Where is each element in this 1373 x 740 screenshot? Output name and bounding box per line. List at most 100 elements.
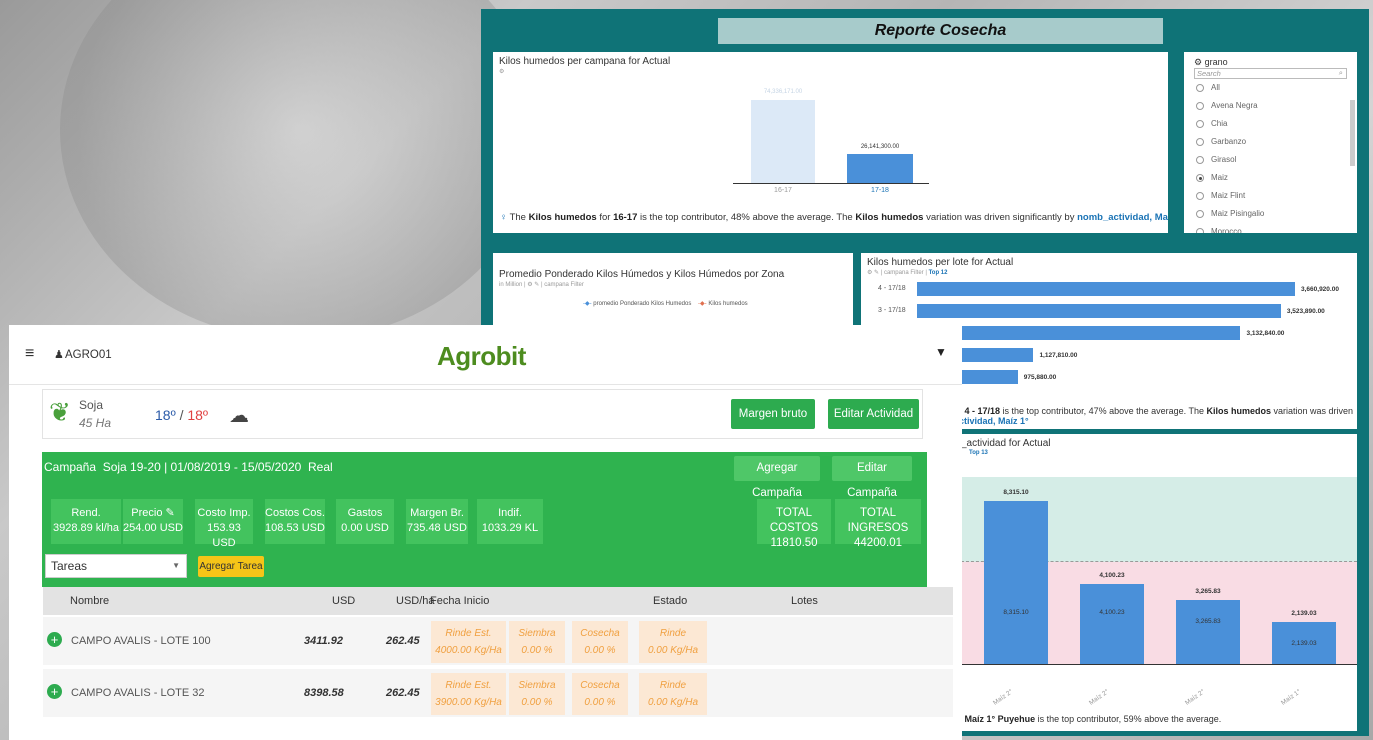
insight-text: ♀ The Kilos humedos for 16-17 is the top… (500, 212, 1168, 223)
cosecha-cell: Cosecha 0.00 % (572, 673, 628, 715)
expand-plus-icon[interactable]: + (47, 684, 62, 699)
column-inner-label: 2,139.03 (1291, 640, 1317, 648)
insight-link[interactable]: nomb_actividad, Maíz 1° (1077, 212, 1168, 223)
editar-actividad-button[interactable]: Editar Actividad (828, 399, 919, 429)
filter-funnel-icon[interactable]: ▼ (935, 345, 947, 359)
stat-costos-cos: Costos Cos. 108.53 USD (265, 499, 325, 544)
agrobit-app-window: ≡ ♟ AGRO01 Agrobit ▼ ❦ Soja 45 Ha 18º / … (9, 325, 962, 740)
margen-bruto-button[interactable]: Margen bruto (731, 399, 815, 429)
stat-precio: Precio ✎ 254.00 USD (123, 499, 183, 544)
crop-summary-bar: ❦ Soja 45 Ha 18º / 18º ☁ Margen bruto Ed… (42, 389, 923, 439)
table-row[interactable]: + CAMPO AVALIS - LOTE 100 3411.92 262.45… (43, 617, 953, 665)
rinde-est-cell: Rinde Est. 4000.00 Kg/Ha (431, 621, 506, 663)
tick-label: 16-17 (774, 187, 792, 194)
table-header: Nombre USD USD/ha Fecha Inicio Estado Lo… (43, 587, 953, 615)
agrobit-logo: Agrobit (437, 341, 526, 371)
cosecha-cell: Cosecha 0.00 % (572, 621, 628, 663)
hbar-category-label: 3 - 17/18 (878, 307, 906, 314)
stat-costo-imp: Costo Imp. 153.93 USD (195, 499, 253, 549)
insight-text: r 4 - 17/18 is the top contributor, 47% … (959, 406, 1354, 426)
plant-icon: ❦ (49, 397, 71, 427)
hbar-value-label: 3,660,920.00 (1301, 286, 1339, 293)
stat-gastos: Gastos 0.00 USD (336, 499, 394, 544)
column-category-label: Maíz 1° (1279, 688, 1303, 707)
card-title: Promedio Ponderado Kilos Húmedos y Kilos… (499, 269, 785, 280)
table-row[interactable]: + CAMPO AVALIS - LOTE 32 8398.58 262.45 … (43, 669, 953, 717)
siembra-cell: Siembra 0.00 % (509, 673, 565, 715)
agregar-tarea-button[interactable]: Agregar Tarea (198, 556, 264, 577)
column-inner-label: 3,265.83 (1195, 617, 1221, 625)
column-value-label: 3,265.83 (1195, 587, 1221, 595)
bar-label: 26,141,300.00 (860, 144, 900, 150)
x-axis-line (961, 664, 1357, 665)
bar-16-17[interactable] (751, 100, 815, 184)
hbar[interactable] (917, 326, 1241, 340)
siembra-cell: Siembra 0.00 % (509, 621, 565, 663)
chevron-down-icon: ▼ (172, 561, 180, 570)
filter-options: All Avena Negra Chia Garbanzo Girasol Ma… (1184, 79, 1357, 233)
filter-option[interactable]: All (1196, 79, 1345, 97)
stat-margen-br: Margen Br. 735.48 USD (406, 499, 468, 544)
column-inner-label: 8,315.10 (1003, 609, 1029, 616)
top-bar: ≡ ♟ AGRO01 Agrobit ▼ (9, 325, 962, 385)
card-title: Kilos humedos per lote for Actual (867, 257, 1014, 268)
stat-rend: Rend. 3928.89 kl/ha (51, 499, 121, 544)
axis-line (733, 183, 929, 184)
card-title: Kilos humedos per campana for Actual (499, 56, 671, 67)
user-name[interactable]: AGRO01 (65, 349, 112, 361)
scrollbar[interactable] (1350, 100, 1355, 166)
hbar-value-label: 1,127,810.00 (1039, 352, 1078, 359)
grano-filter-card: ⚙ grano Search ⌕ All Avena Negra Chia Ga… (1184, 52, 1357, 233)
column-inner-label: 4,100.23 (1099, 609, 1125, 616)
filter-option[interactable]: Morocco (1196, 223, 1345, 233)
edit-pencil-icon[interactable]: ✎ (166, 507, 175, 519)
editar-campana-button[interactable]: Editar Campaña (832, 456, 912, 499)
temperature: 18º / 18º (155, 407, 209, 423)
agregar-campana-button[interactable]: Agregar Campaña (734, 456, 820, 499)
hbar-value-label: 975,880.00 (1023, 374, 1057, 381)
hamburger-menu-icon[interactable]: ≡ (25, 345, 34, 363)
rinde-est-cell: Rinde Est. 3900.00 Kg/Ha (431, 673, 506, 715)
filter-option[interactable]: Avena Negra (1196, 97, 1345, 115)
filter-option[interactable]: Chia (1196, 115, 1345, 133)
filter-option[interactable]: Garbanzo (1196, 133, 1345, 151)
total-costos: TOTAL COSTOS 11810.50 (757, 499, 831, 549)
campaign-title: Campaña Soja 19-20 | 01/08/2019 - 15/05/… (44, 460, 333, 474)
card-subtitle: ⚙ ✎ | campana Filter | Top 12 (867, 270, 948, 276)
crop-name: Soja (79, 398, 104, 412)
weather-cloud-icon: ☁ (229, 405, 249, 427)
report-title: Reporte Cosecha (718, 18, 1163, 44)
lightbulb-icon: ♀ (500, 212, 508, 223)
hbar-value-label: 3,523,890.00 (1286, 308, 1325, 315)
card-subtitle: in Million | ⚙ ✎ | campana Filter (499, 282, 584, 288)
column-category-label: Maíz 2° (1087, 688, 1111, 707)
crop-area: 45 Ha (79, 416, 112, 430)
total-ingresos: TOTAL INGRESOS 44200.01 (835, 499, 921, 549)
column-bar[interactable] (984, 501, 1048, 664)
column-bar[interactable] (1176, 599, 1240, 664)
search-icon[interactable]: ⌕ (1339, 68, 1343, 78)
tareas-select[interactable]: Tareas ▼ (45, 554, 187, 578)
user-icon: ♟ (54, 349, 64, 361)
bar-17-18[interactable] (847, 154, 913, 184)
column-value-label: 4,100.23 (1099, 571, 1125, 579)
tick-label: 17-18 (871, 187, 889, 194)
settings-icon[interactable]: ⚙ (493, 67, 1168, 76)
background-photo (60, 0, 540, 340)
column-bar[interactable] (1080, 583, 1144, 664)
rinde-cell: Rinde 0.00 Kg/Ha (639, 673, 707, 715)
stat-indif: Indif. 1033.29 KL (477, 499, 543, 544)
insight-link[interactable]: ctividad, Maíz 1° (959, 416, 1029, 426)
filter-option[interactable]: Maiz Flint (1196, 187, 1345, 205)
column-category-label: Maíz 2° (991, 688, 1015, 707)
hbar[interactable] (917, 304, 1281, 318)
filter-option[interactable]: Girasol (1196, 151, 1345, 169)
promedio-ponderado-card: Promedio Ponderado Kilos Húmedos y Kilos… (493, 253, 853, 333)
hbar[interactable] (917, 282, 1295, 296)
filter-option[interactable]: Maiz Pisingalio (1196, 205, 1345, 223)
column-category-label: Maíz 2° (1183, 688, 1207, 707)
filter-option-selected[interactable]: Maiz (1196, 169, 1345, 187)
filter-search-input[interactable]: Search ⌕ (1194, 68, 1347, 79)
rinde-cell: Rinde 0.00 Kg/Ha (639, 621, 707, 663)
expand-plus-icon[interactable]: + (47, 632, 62, 647)
